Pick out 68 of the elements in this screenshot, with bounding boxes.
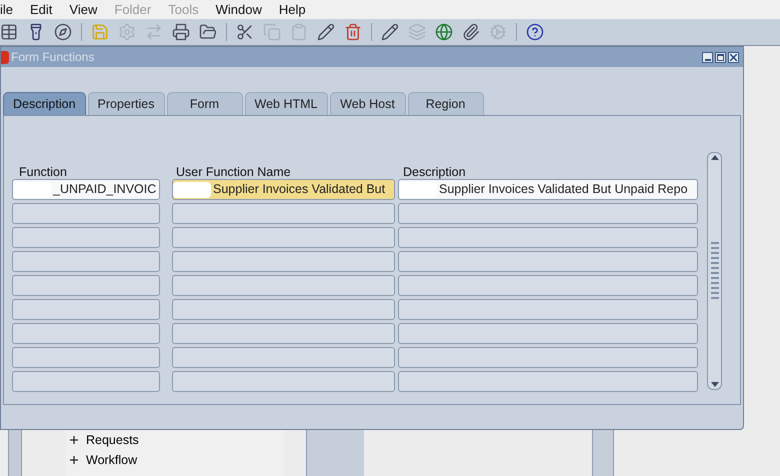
scroll-grip-icon[interactable] xyxy=(710,242,718,300)
tab[interactable]: Properties xyxy=(88,92,165,115)
pencil-icon[interactable] xyxy=(317,23,335,41)
description-field[interactable] xyxy=(398,275,698,296)
maximize-button[interactable] xyxy=(715,52,726,62)
user-function-name-field[interactable] xyxy=(172,371,395,392)
pen-icon[interactable] xyxy=(381,23,399,41)
redaction-mark xyxy=(399,182,437,198)
function-field[interactable] xyxy=(12,347,160,368)
column-header: Description xyxy=(403,165,466,179)
tree-item[interactable]: Workflow xyxy=(86,450,138,470)
tree-item[interactable]: Requests xyxy=(86,430,139,450)
folder-icon[interactable] xyxy=(199,23,217,41)
function-field[interactable] xyxy=(12,323,160,344)
menu-item[interactable]: Window xyxy=(216,0,262,20)
description-field[interactable] xyxy=(398,299,698,320)
function-field[interactable] xyxy=(12,203,160,224)
tab[interactable]: Form xyxy=(166,92,243,115)
save-icon[interactable] xyxy=(91,23,109,41)
user-function-name-field[interactable] xyxy=(172,251,395,272)
description-field[interactable] xyxy=(398,347,698,368)
function-field[interactable] xyxy=(12,371,160,392)
cut-icon[interactable] xyxy=(236,23,254,41)
globe-icon[interactable] xyxy=(435,23,453,41)
function-field[interactable]: _UNPAID_INVOIC xyxy=(12,179,160,200)
description-field[interactable] xyxy=(398,251,698,272)
description-field[interactable] xyxy=(398,323,698,344)
scroll-down-icon[interactable] xyxy=(710,382,718,387)
column-header: Function xyxy=(19,165,67,179)
function-field[interactable] xyxy=(12,251,160,272)
user-function-name-field[interactable] xyxy=(172,275,395,296)
user-function-name-field[interactable] xyxy=(172,227,395,248)
tab[interactable]: Web HTML xyxy=(244,92,328,115)
scrollbar[interactable] xyxy=(707,152,722,390)
paperclip-icon[interactable] xyxy=(462,23,480,41)
function-field[interactable] xyxy=(12,227,160,248)
help-icon[interactable] xyxy=(526,23,544,41)
menu-item[interactable]: ile xyxy=(0,0,14,20)
menu-item[interactable]: View xyxy=(69,0,98,20)
user-function-name-field[interactable] xyxy=(172,323,395,344)
plus-icon[interactable] xyxy=(70,456,78,464)
user-function-name-field[interactable] xyxy=(172,203,395,224)
menu-item[interactable]: Edit xyxy=(30,0,52,20)
minimize-button[interactable] xyxy=(702,52,713,62)
compass-icon[interactable] xyxy=(54,23,72,41)
user-function-name-field[interactable]: Supplier Invoices Validated But xyxy=(172,179,395,200)
description-field[interactable] xyxy=(398,203,698,224)
description-field[interactable] xyxy=(398,227,698,248)
delete-icon[interactable] xyxy=(344,23,362,41)
scroll-up-icon[interactable] xyxy=(710,155,718,160)
tab[interactable]: Description xyxy=(3,92,86,115)
function-field[interactable] xyxy=(12,299,160,320)
user-function-name-field[interactable] xyxy=(172,347,395,368)
plus-icon[interactable] xyxy=(70,436,78,444)
description-field[interactable] xyxy=(398,371,698,392)
redaction-mark xyxy=(173,182,211,198)
column-header: User Function Name xyxy=(176,164,291,181)
app-icon xyxy=(1,50,9,64)
window-title: Form Functions xyxy=(11,49,94,66)
tab[interactable]: Region xyxy=(408,92,484,115)
description-field[interactable]: Supplier Invoices Validated But Unpaid Repo xyxy=(398,179,698,200)
menu-item[interactable]: Help xyxy=(278,0,306,20)
print-icon[interactable] xyxy=(172,23,190,41)
close-button[interactable] xyxy=(728,52,739,62)
user-function-name-field[interactable] xyxy=(172,299,395,320)
tab[interactable]: Web Host xyxy=(330,92,406,115)
redaction-mark xyxy=(13,182,51,198)
function-field[interactable] xyxy=(12,275,160,296)
